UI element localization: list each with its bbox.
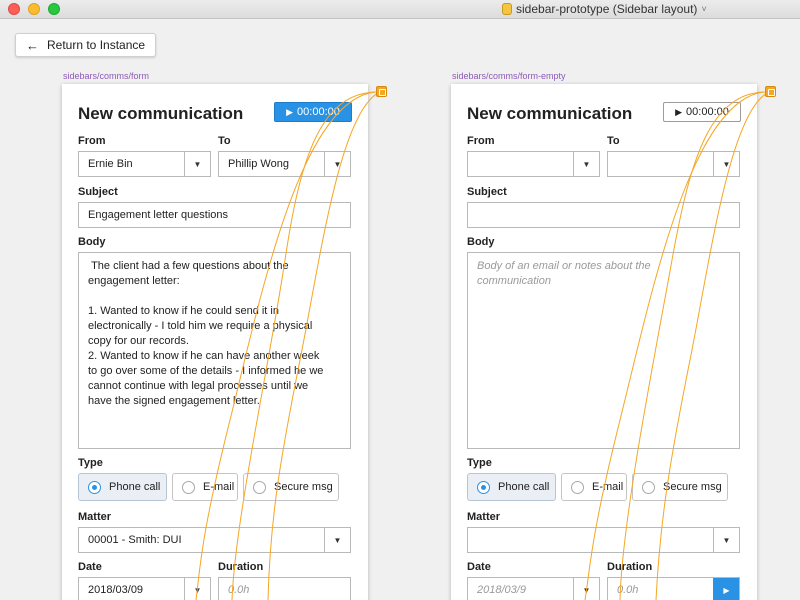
- radio-label: Secure msg: [274, 481, 333, 493]
- dropdown-arrow-icon[interactable]: ▼: [573, 152, 599, 176]
- subject-value: Engagement letter questions: [88, 209, 229, 221]
- to-select[interactable]: ▼: [607, 151, 740, 177]
- to-label: To: [218, 135, 231, 147]
- duration-input[interactable]: 0.0h: [218, 577, 351, 600]
- dropdown-arrow-icon[interactable]: ▼: [713, 528, 739, 552]
- from-select[interactable]: ▼: [467, 151, 600, 177]
- window-controls: [8, 3, 60, 15]
- radio-label: Phone call: [498, 481, 550, 493]
- dropdown-arrow-icon[interactable]: ▼: [184, 152, 210, 176]
- to-select[interactable]: Phillip Wong ▼: [218, 151, 351, 177]
- return-to-instance-button[interactable]: ← Return to Instance: [15, 33, 157, 57]
- matter-value: 00001 - Smith: DUI: [88, 534, 182, 546]
- radio-unselected-icon: [182, 480, 195, 494]
- radio-unselected-icon: [571, 480, 584, 494]
- window-title[interactable]: sidebar-prototype (Sidebar layout) ˅: [502, 2, 707, 16]
- dropdown-arrow-icon[interactable]: ▼: [184, 578, 210, 600]
- timer-value: 00:00:00: [297, 106, 340, 118]
- date-label: Date: [78, 561, 102, 573]
- type-label: Type: [78, 457, 103, 469]
- duration-label: Duration: [218, 561, 264, 573]
- matter-label: Matter: [78, 511, 112, 523]
- matter-select[interactable]: ▼: [467, 527, 740, 553]
- type-radio-phone-call[interactable]: Phone call: [78, 473, 167, 501]
- form-panel-filled: New communication ▶ 00:00:00 From To Ern…: [62, 84, 368, 600]
- duration-placeholder: 0.0h: [617, 584, 639, 596]
- timer-button[interactable]: ▶ 00:00:00: [663, 102, 741, 122]
- play-icon: ▶: [286, 106, 294, 117]
- frame-label-form-empty[interactable]: sidebars/comms/form-empty: [452, 71, 566, 81]
- subject-label: Subject: [78, 186, 118, 198]
- date-label: Date: [467, 561, 491, 573]
- subject-input[interactable]: [467, 202, 740, 228]
- date-select[interactable]: 2018/03/09 ▼: [78, 577, 211, 600]
- prototype-link-icon[interactable]: [765, 86, 776, 97]
- duration-input[interactable]: 0.0h ▶: [607, 577, 740, 600]
- maximize-window-button[interactable]: [48, 3, 60, 15]
- to-label: To: [607, 135, 620, 147]
- duration-label: Duration: [607, 561, 653, 573]
- dropdown-arrow-icon[interactable]: ▼: [573, 578, 599, 600]
- radio-unselected-icon: [253, 480, 266, 494]
- date-select[interactable]: 2018/03/9 ▼: [467, 577, 600, 600]
- from-select[interactable]: Ernie Bin ▼: [78, 151, 211, 177]
- duration-placeholder: 0.0h: [228, 584, 250, 596]
- frame-label-form[interactable]: sidebars/comms/form: [63, 71, 149, 81]
- return-to-instance-label: Return to Instance: [47, 38, 146, 52]
- body-label: Body: [467, 236, 495, 248]
- timer-value: 00:00:00: [686, 106, 729, 118]
- type-radio-email[interactable]: E-mail: [561, 473, 627, 501]
- body-label: Body: [78, 236, 106, 248]
- arrow-left-icon: ←: [26, 37, 39, 53]
- play-icon[interactable]: ▶: [713, 578, 739, 600]
- radio-label: E-mail: [203, 481, 235, 493]
- dropdown-arrow-icon[interactable]: ▼: [713, 152, 739, 176]
- form-panel-empty: New communication ▶ 00:00:00 From To ▼ ▼…: [451, 84, 757, 600]
- prototype-link-icon[interactable]: [376, 86, 387, 97]
- date-placeholder: 2018/03/9: [477, 584, 526, 596]
- radio-selected-icon: [88, 480, 101, 494]
- type-radio-phone-call[interactable]: Phone call: [467, 473, 556, 501]
- from-value: Ernie Bin: [88, 158, 133, 170]
- body-textarea[interactable]: Body of an email or notes about the comm…: [467, 252, 740, 449]
- from-label: From: [78, 135, 106, 147]
- minimize-window-button[interactable]: [28, 3, 40, 15]
- to-value: Phillip Wong: [228, 158, 289, 170]
- type-radio-secure-msg[interactable]: Secure msg: [632, 473, 728, 501]
- type-radio-secure-msg[interactable]: Secure msg: [243, 473, 339, 501]
- matter-select[interactable]: 00001 - Smith: DUI ▼: [78, 527, 351, 553]
- panel-heading: New communication: [78, 104, 244, 123]
- matter-label: Matter: [467, 511, 501, 523]
- window-titlebar: sidebar-prototype (Sidebar layout) ˅: [0, 0, 800, 19]
- radio-unselected-icon: [642, 480, 655, 494]
- radio-label: E-mail: [592, 481, 624, 493]
- date-value: 2018/03/09: [88, 584, 144, 596]
- subject-input[interactable]: Engagement letter questions: [78, 202, 351, 228]
- radio-selected-icon: [477, 480, 490, 494]
- dropdown-arrow-icon[interactable]: ▼: [324, 152, 350, 176]
- document-icon: [502, 3, 512, 15]
- play-icon: ▶: [675, 106, 683, 117]
- body-textarea[interactable]: The client had a few questions about the…: [78, 252, 351, 449]
- radio-label: Secure msg: [663, 481, 722, 493]
- dropdown-arrow-icon[interactable]: ▼: [324, 528, 350, 552]
- chevron-down-icon: ˅: [701, 4, 707, 14]
- from-label: From: [467, 135, 495, 147]
- close-window-button[interactable]: [8, 3, 20, 15]
- type-label: Type: [467, 457, 492, 469]
- panel-heading: New communication: [467, 104, 633, 123]
- timer-button[interactable]: ▶ 00:00:00: [274, 102, 352, 122]
- radio-label: Phone call: [109, 481, 161, 493]
- window-title-text: sidebar-prototype (Sidebar layout): [516, 2, 698, 16]
- subject-label: Subject: [467, 186, 507, 198]
- type-radio-email[interactable]: E-mail: [172, 473, 238, 501]
